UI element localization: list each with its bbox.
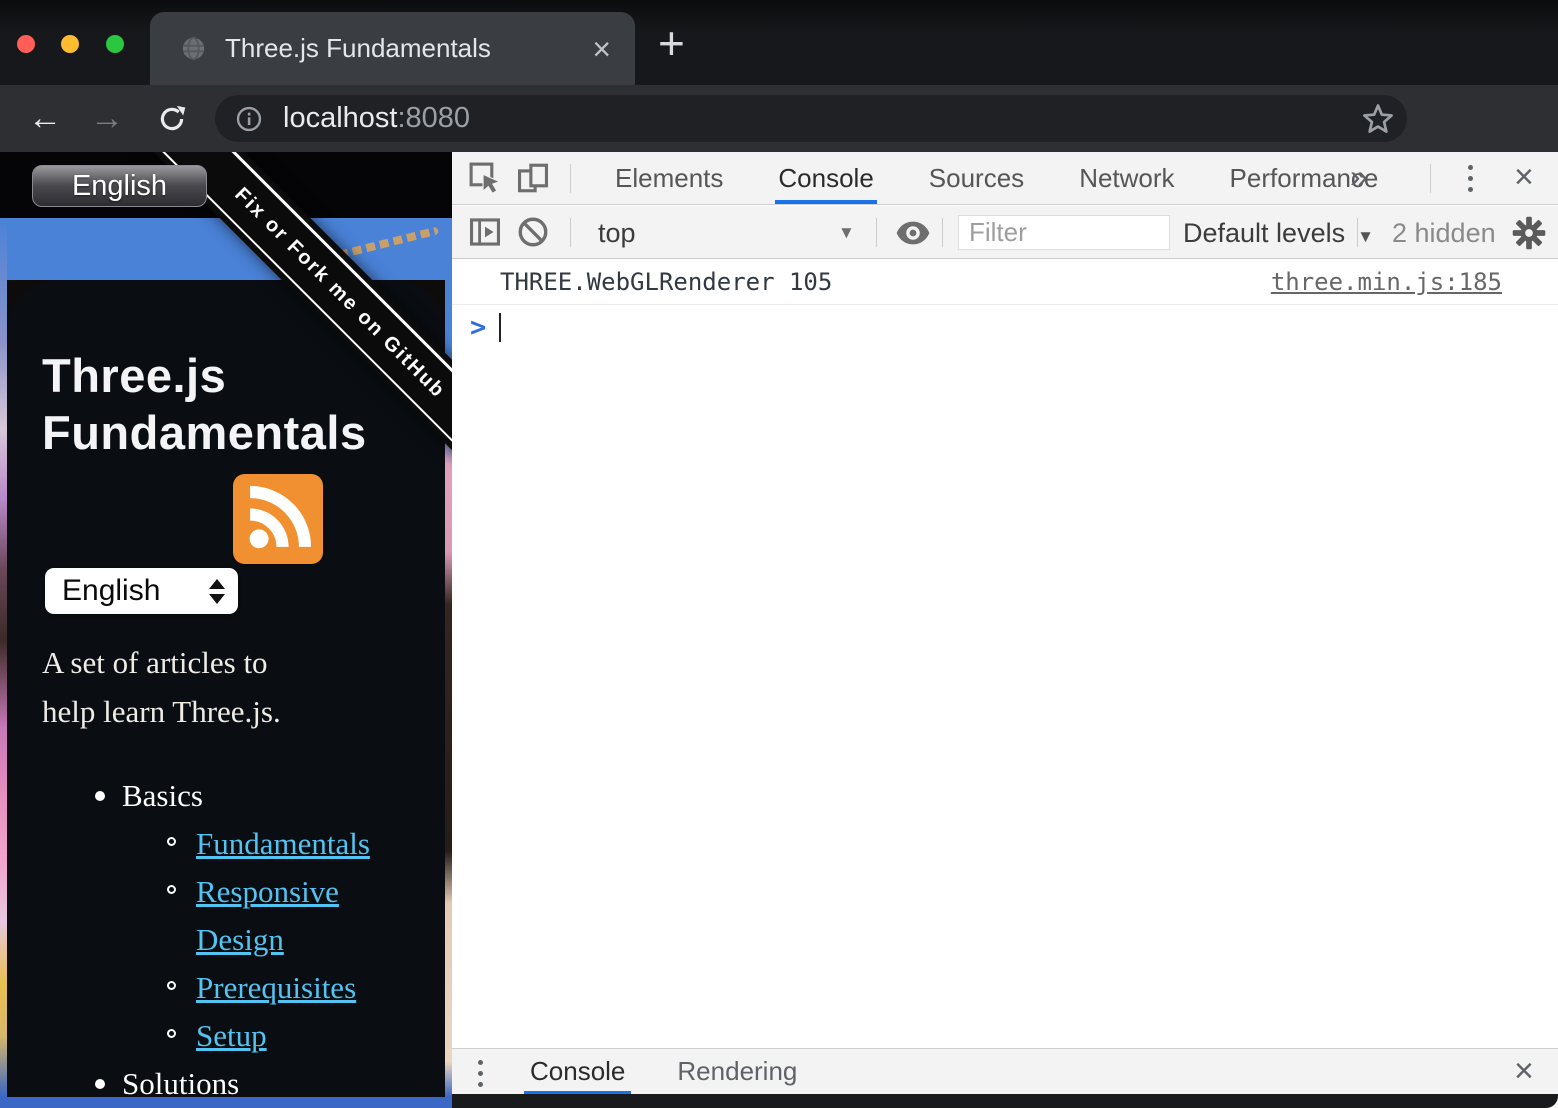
bookmark-star-icon[interactable] [1361,102,1395,136]
tab-network[interactable]: Network [1076,152,1177,204]
page-tagline: A set of articles to help learn Three.js… [42,638,281,736]
url-host: localhost [283,102,397,134]
tab-title: Three.js Fundamentals [225,33,491,64]
page-bottom-background [0,1097,452,1108]
browser-toolbar: ← → localhost:8080 [0,85,1558,152]
drawer-close-icon[interactable]: × [1514,1052,1534,1091]
console-prompt[interactable]: > [452,305,1558,349]
tagline-line2: help learn Three.js. [42,687,281,736]
tagline-line1: A set of articles to [42,638,281,687]
log-levels-select[interactable]: Default levels▼ [1183,218,1374,249]
globe-favicon-icon [180,35,207,62]
nav-link-row: Fundamentals [7,820,445,868]
circle-bullet-icon [167,981,176,990]
more-tabs-icon[interactable]: » [1350,158,1368,195]
window-fullscreen-button[interactable] [106,35,124,53]
toolbar-divider [876,218,877,247]
toolbar-divider [570,164,571,193]
console-toolbar: top ▼ Default levels▼ 2 hidden [452,206,1558,259]
filter-input[interactable] [958,215,1170,250]
language-select-value: English [62,574,160,608]
live-expression-eye-icon[interactable] [896,219,930,247]
drawer-tabs: Console Rendering [524,1049,803,1094]
console-source-link[interactable]: three.min.js:185 [1271,268,1502,296]
page-title: Three.js Fundamentals [42,347,367,461]
browser-window: Three.js Fundamentals × + ← → localhost:… [0,0,1558,1108]
reload-button[interactable] [156,103,188,135]
disc-bullet-icon [95,791,105,801]
rss-feed-icon[interactable] [233,474,323,564]
language-select[interactable]: English [45,568,238,614]
back-button[interactable]: ← [28,99,62,137]
toolbar-divider [1430,164,1431,193]
clear-console-icon[interactable] [516,215,550,249]
nav-link-row: Setup [7,1012,445,1060]
page-navigation: Basics Fundamentals Responsive Design Pr… [7,772,445,1108]
prompt-chevron-icon: > [470,312,486,343]
address-bar[interactable]: localhost:8080 [215,95,1407,142]
hidden-messages-count: 2 hidden [1392,218,1496,249]
nav-link-row: Responsive Design [7,868,445,964]
devtools-panel: Elements Console Sources Network Perform… [452,152,1558,1108]
nav-link-row: Prerequisites [7,964,445,1012]
console-sidebar-toggle-icon[interactable] [468,215,502,249]
circle-bullet-icon [167,837,176,846]
context-dropdown-icon[interactable]: ▼ [838,223,855,243]
window-bottom-edge [452,1094,1558,1108]
circle-bullet-icon [167,1029,176,1038]
nav-section-label: Basics [122,772,203,820]
drawer-tab-console[interactable]: Console [524,1049,631,1094]
devtools-close-icon[interactable]: × [1514,158,1534,197]
drawer-tab-rendering[interactable]: Rendering [671,1049,803,1094]
tab-sources[interactable]: Sources [926,152,1027,204]
nav-section: Basics [7,772,445,820]
disc-bullet-icon [95,1079,105,1089]
inspect-element-icon[interactable] [468,161,502,195]
drawer-menu-icon[interactable] [478,1060,483,1087]
text-cursor [499,313,501,342]
device-toolbar-icon[interactable] [516,161,550,195]
devtools-tabs: Elements Console Sources Network Perform… [612,152,1381,204]
scene-background-right-sliver [445,218,452,1097]
window-minimize-button[interactable] [61,35,79,53]
drawer-tab-bar: Console Rendering × [452,1048,1558,1094]
forward-button[interactable]: → [90,99,124,137]
tab-close-icon[interactable]: × [592,33,611,65]
url-port: :8080 [397,102,470,134]
new-tab-button[interactable]: + [658,16,685,70]
nav-link-setup[interactable]: Setup [196,1012,418,1060]
toolbar-divider [570,218,571,247]
tab-elements[interactable]: Elements [612,152,726,204]
page-title-line2: Fundamentals [42,404,367,461]
page-sky-background [0,218,452,280]
tab-console[interactable]: Console [775,152,876,204]
url-text: localhost:8080 [283,102,470,135]
content-panel: Three.js Fundamentals English A set of a… [7,280,445,1097]
levels-dropdown-icon: ▼ [1357,227,1374,246]
page-info-icon[interactable] [235,105,263,133]
toolbar-divider [1357,218,1358,247]
nav-link-prerequisites[interactable]: Prerequisites [196,964,418,1012]
console-log-row: THREE.WebGLRenderer 105 three.min.js:185 [452,260,1558,305]
language-overlay-button[interactable]: English [32,165,207,207]
scene-background-left-sliver [0,218,7,1097]
nav-link-fundamentals[interactable]: Fundamentals [196,820,418,868]
toolbar-divider [942,218,943,247]
console-message: THREE.WebGLRenderer 105 [500,268,832,296]
window-close-button[interactable] [17,35,35,53]
console-settings-gear-icon[interactable] [1512,216,1546,250]
page-title-line1: Three.js [42,347,367,404]
web-page: Three.js Fundamentals English A set of a… [0,152,452,1108]
nav-link-responsive-design[interactable]: Responsive Design [196,868,418,964]
circle-bullet-icon [167,885,176,894]
execution-context-select[interactable]: top [598,218,636,249]
select-stepper-icon [209,579,225,604]
browser-tab[interactable]: Three.js Fundamentals × [150,12,635,85]
devtools-tab-bar: Elements Console Sources Network Perform… [452,152,1558,205]
tab-strip: Three.js Fundamentals × + [0,0,1558,85]
devtools-menu-icon[interactable] [1468,165,1473,192]
